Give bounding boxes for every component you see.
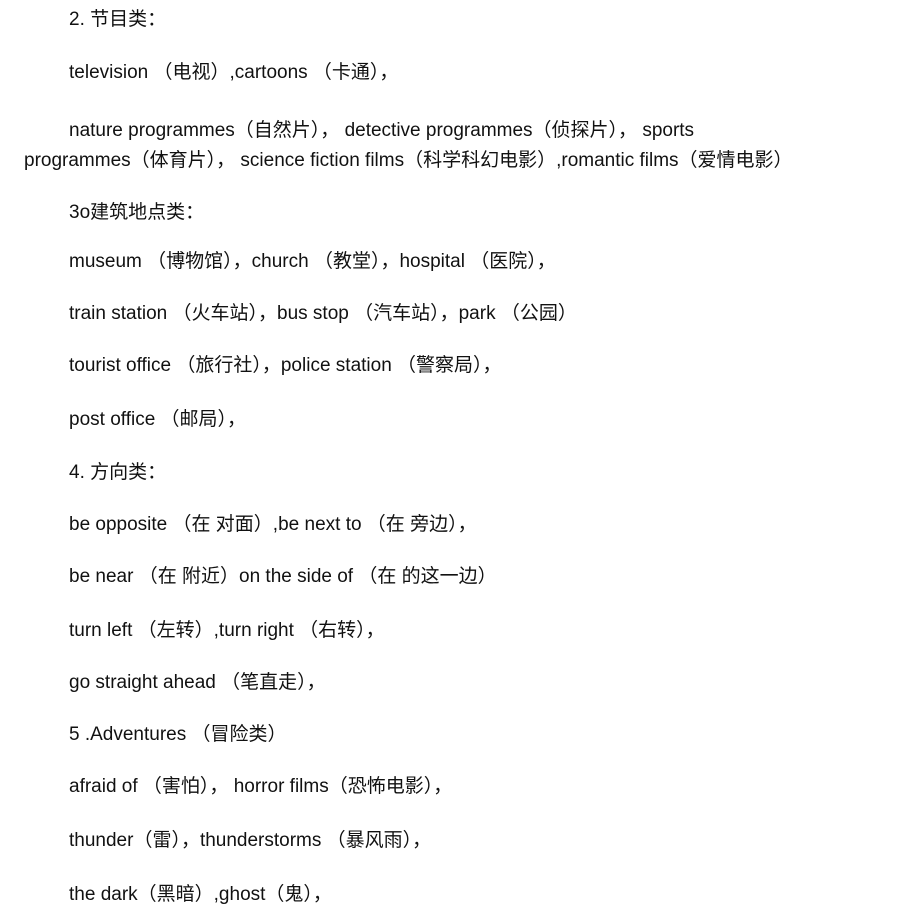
vocab-line-post-office: post office （邮局），	[69, 409, 247, 430]
vocab-line-television: television （电视）,cartoons （卡通），	[69, 62, 399, 83]
vocab-line-museum: museum （博物馆），church （教堂），hospital （医院），	[69, 251, 556, 272]
vocab-line-thunder: thunder（雷），thunderstorms （暴风雨），	[69, 830, 432, 851]
vocab-line-near: be near （在 附近）on the side of （在 的这一边）	[69, 566, 497, 587]
vocab-line-opposite: be opposite （在 对面）,be next to （在 旁边），	[69, 514, 477, 535]
vocab-line-dark: the dark（黑暗）,ghost（鬼），	[69, 884, 332, 905]
section-heading-directions: 4. 方向类：	[69, 462, 167, 483]
vocab-line-programmes-1: nature programmes（自然片）， detective progra…	[69, 120, 695, 141]
section-heading-adventures: 5 .Adventures （冒险类）	[69, 724, 287, 745]
vocab-line-straight: go straight ahead （笔直走），	[69, 672, 326, 693]
vocab-line-train-station: train station （火车站），bus stop （汽车站），park …	[69, 303, 577, 324]
vocab-line-programmes-2: programmes（体育片）， science fiction films（科…	[24, 150, 793, 171]
section-heading-buildings: 3o建筑地点类：	[69, 202, 205, 223]
vocab-line-afraid: afraid of （害怕）， horror films（恐怖电影），	[69, 776, 453, 797]
vocab-line-turn: turn left （左转）,turn right （右转），	[69, 620, 385, 641]
section-heading-programmes: 2. 节目类：	[69, 9, 167, 30]
vocab-line-tourist-office: tourist office （旅行社），police station （警察局…	[69, 355, 502, 376]
